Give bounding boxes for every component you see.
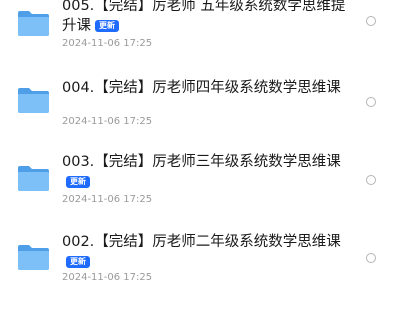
file-date: 2024-11-06 17:25 [62, 38, 153, 49]
file-list: 005.【完结】厉老师 五年级系统数学思维提升课 更新 2024-11-06 17… [0, 0, 400, 300]
file-date: 2024-11-06 17:25 [62, 194, 153, 205]
list-item[interactable]: 002.【完结】厉老师二年级系统数学思维课更新 2024-11-06 17:25 [0, 232, 400, 310]
update-badge: 更新 [66, 256, 90, 268]
folder-icon [17, 165, 50, 192]
file-date: 2024-11-06 17:25 [62, 116, 153, 127]
select-radio[interactable] [366, 97, 376, 107]
file-name: 005.【完结】厉老师 五年级系统数学思维提升课 更新 [62, 0, 346, 34]
file-name: 002.【完结】厉老师二年级系统数学思维课更新 [62, 234, 341, 268]
folder-icon [17, 87, 50, 114]
list-item[interactable]: 005.【完结】厉老师 五年级系统数学思维提升课 更新 2024-11-06 17… [0, 0, 400, 74]
update-badge: 更新 [95, 20, 119, 32]
file-name: 003.【完结】厉老师三年级系统数学思维课更新 [62, 154, 341, 188]
file-date: 2024-11-06 17:25 [62, 272, 153, 283]
list-item[interactable]: 003.【完结】厉老师三年级系统数学思维课更新 2024-11-06 17:25 [0, 152, 400, 230]
folder-icon [17, 244, 50, 271]
folder-icon [17, 10, 50, 37]
select-radio[interactable] [366, 16, 376, 26]
select-radio[interactable] [366, 253, 376, 263]
file-name: 004.【完结】厉老师四年级系统数学思维课 [62, 80, 341, 96]
update-badge: 更新 [66, 176, 90, 188]
select-radio[interactable] [366, 175, 376, 185]
list-item[interactable]: 004.【完结】厉老师四年级系统数学思维课 2024-11-06 17:25 [0, 74, 400, 152]
